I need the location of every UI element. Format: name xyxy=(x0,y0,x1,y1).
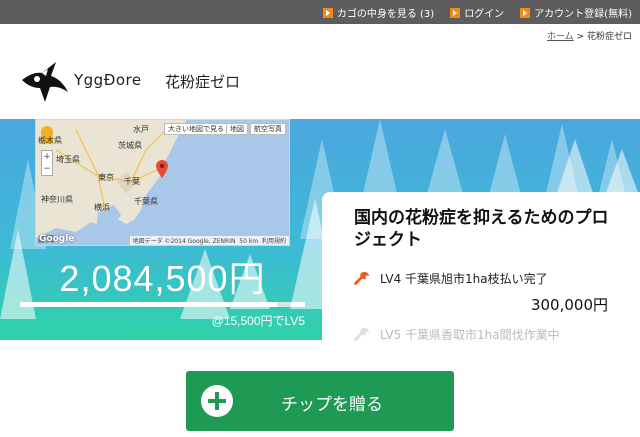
next-level-goal: @15,500円でLV5 xyxy=(211,314,305,328)
satellite-type-button[interactable]: 航空写真 xyxy=(250,123,286,135)
large-map-button[interactable]: 大きい地図で見る xyxy=(164,123,228,135)
location-map[interactable]: + − 大きい地図で見る 地図 航空写真 水戸 茨城県 栃木県 埼玉県 東京 千葉… xyxy=(35,119,290,246)
breadcrumb: ホーム > 花粉症ゼロ xyxy=(547,29,632,42)
map-terms-link[interactable]: 利用規約 xyxy=(262,238,286,245)
wrench-icon xyxy=(354,271,369,285)
level-completed-label: LV4 千葉県旭市1ha枝払い完了 xyxy=(380,272,548,286)
map-land xyxy=(36,120,186,238)
map-scale: 50 km xyxy=(239,238,259,245)
project-info-card: 国内の花粉症を抑えるためのプロジェクト LV4 千葉県旭市1ha枝払い完了 30… xyxy=(322,192,640,343)
map-label-tochigi: 栃木県 xyxy=(38,136,62,145)
map-type-button[interactable]: 地図 xyxy=(226,123,248,135)
map-attribution: 地図データ ©2014 Google, ZENRIN 50 km 利用規約 xyxy=(129,236,289,245)
project-name: 花粉症ゼロ xyxy=(165,73,241,91)
map-label-saitama: 埼玉県 xyxy=(56,155,80,164)
funding-progress-fill xyxy=(20,302,291,307)
project-title: 国内の花粉症を抑えるためのプロジェクト xyxy=(354,208,609,250)
arrow-right-icon xyxy=(322,7,333,18)
utility-links: カゴの中身を見る (3) ログイン アカウント登録(無料) xyxy=(322,5,632,20)
breadcrumb-separator: > xyxy=(576,32,585,42)
breadcrumb-home-link[interactable]: ホーム xyxy=(547,32,574,42)
register-link-label: アカウント登録(無料) xyxy=(534,9,632,20)
map-attribution-text: 地図データ ©2014 Google, ZENRIN xyxy=(132,238,236,245)
map-label-chiba-pref: 千葉県 xyxy=(134,197,158,206)
funding-progress-bar xyxy=(20,302,305,307)
map-label-kanagawa: 神奈川県 xyxy=(41,195,73,204)
send-tip-label: チップを贈る xyxy=(281,395,383,415)
top-utility-bar: カゴの中身を見る (3) ログイン アカウント登録(無料) xyxy=(0,0,640,24)
breadcrumb-current: 花粉症ゼロ xyxy=(586,32,632,42)
map-label-chiba: 千葉 xyxy=(124,177,140,186)
map-label-yokohama: 横浜 xyxy=(94,203,110,212)
level-item-in-progress: LV5 千葉県香取市1ha間伐作業中 xyxy=(354,326,560,343)
brand-name: YggĐore xyxy=(74,71,142,89)
map-zoom-control[interactable]: + − xyxy=(41,150,53,176)
level-in-progress-label: LV5 千葉県香取市1ha間伐作業中 xyxy=(380,328,560,342)
arrow-right-icon xyxy=(450,7,461,18)
login-link[interactable]: ログイン xyxy=(450,5,504,20)
map-pin-icon[interactable] xyxy=(156,160,168,178)
register-link[interactable]: アカウント登録(無料) xyxy=(520,5,632,20)
map-label-ibaraki: 茨城県 xyxy=(118,141,142,150)
google-logo: Google xyxy=(39,234,75,244)
map-label-mito: 水戸 xyxy=(133,125,149,134)
cart-link[interactable]: カゴの中身を見る (3) xyxy=(322,5,435,20)
wrench-icon xyxy=(354,327,369,341)
level-item-completed: LV4 千葉県旭市1ha枝払い完了 xyxy=(354,270,548,287)
cart-link-label: カゴの中身を見る (3) xyxy=(336,9,435,20)
arrow-right-icon xyxy=(520,7,531,18)
level-completed-amount: 300,000円 xyxy=(530,296,608,314)
plus-circle-icon xyxy=(201,385,233,417)
login-link-label: ログイン xyxy=(464,9,505,20)
send-tip-button[interactable]: チップを贈る xyxy=(186,371,454,431)
raised-amount: 2,084,500円 xyxy=(59,258,266,299)
map-label-tokyo: 東京 xyxy=(98,173,114,182)
yggdore-logo[interactable] xyxy=(18,60,72,104)
